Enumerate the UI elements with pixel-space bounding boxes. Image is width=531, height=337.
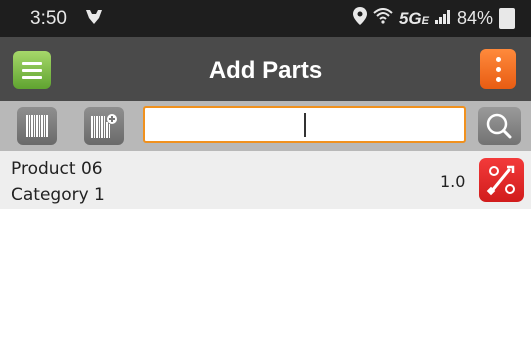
barcode-add-icon [91, 114, 117, 138]
page-title: Add Parts [208, 57, 323, 84]
more-options-button[interactable] [480, 49, 516, 89]
status-time: 3:50 [30, 8, 67, 29]
part-name: Product 06 [11, 159, 103, 179]
part-quantity: 1.0 [440, 172, 466, 191]
battery-percent: 84% [456, 8, 493, 28]
network-type: 5GE [398, 8, 429, 28]
part-category: Category 1 [11, 185, 105, 205]
tools-icon [486, 165, 515, 196]
status-right: 5GE 84% [352, 7, 515, 30]
search-button[interactable] [478, 107, 521, 145]
barcode-icon [26, 115, 48, 137]
search-icon [486, 113, 512, 139]
scan-barcode-button[interactable] [17, 107, 57, 145]
battery-icon [499, 8, 515, 29]
wifi-icon [373, 8, 393, 29]
status-bar: 3:50 5GE 84% [0, 0, 531, 37]
part-action-button[interactable] [479, 158, 524, 202]
part-list-item[interactable]: Product 06 Category 1 1.0 [0, 151, 531, 209]
text-cursor [304, 113, 306, 137]
scan-add-barcode-button[interactable] [84, 107, 124, 145]
kebab-icon [495, 56, 501, 62]
search-toolbar [0, 101, 531, 151]
signal-icon [434, 8, 451, 29]
location-icon [352, 7, 367, 30]
notification-icon [84, 8, 104, 31]
app-header: Add Parts [0, 37, 531, 101]
